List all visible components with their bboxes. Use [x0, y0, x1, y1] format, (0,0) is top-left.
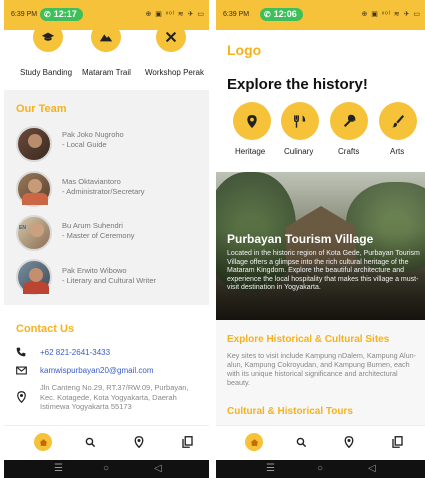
member-role: - Local Guide — [62, 140, 107, 149]
member-name: Pak Erwito Wibowo — [62, 266, 127, 275]
contact-phone-link[interactable]: +62 821-2641-3433 — [40, 348, 110, 357]
home-icon — [250, 438, 258, 446]
nav-bookmarks-button[interactable] — [388, 433, 406, 451]
category-workshop-perak-button[interactable] — [156, 22, 186, 52]
location-pin-icon — [344, 436, 354, 448]
section-title: Explore Historical & Cultural Sites — [227, 334, 390, 345]
call-pill[interactable]: ✆ 12:06 — [260, 8, 303, 21]
status-icons: ⊕ ▣ ᵛᵒˡ ≋ ✈ ▭ — [145, 11, 205, 18]
android-nav-bar: ☰ ○ ◁ — [216, 460, 425, 478]
nav-search-button[interactable] — [292, 433, 310, 451]
bottom-nav — [216, 425, 425, 455]
category-arts-button[interactable] — [379, 102, 417, 140]
search-icon — [296, 437, 306, 447]
member-role: - Administrator/Secretary — [62, 187, 145, 196]
avatar — [16, 259, 52, 295]
category-crafts-button[interactable] — [330, 102, 368, 140]
location-pin-icon — [247, 114, 257, 128]
fork-knife-icon — [294, 114, 306, 128]
menu-icon[interactable]: ☰ — [266, 463, 275, 474]
member-role: - Literary and Cultural Writer — [62, 276, 157, 285]
team-title: Our Team — [16, 103, 67, 115]
avatar — [16, 126, 52, 162]
category-label: Arts — [390, 147, 405, 156]
contact-address: Jln Canteng No.29, RT.37/RW.09, Purbayan… — [40, 383, 189, 411]
phone-icon — [16, 347, 26, 357]
team-section: Our Team Pak Joko Nugroho - Local Guide … — [4, 90, 209, 305]
hero-banner[interactable]: Purbayan Tourism Village Located in the … — [216, 172, 425, 320]
category-study-banding-button[interactable] — [33, 22, 63, 52]
category-label: Heritage — [235, 147, 266, 156]
home-icon — [39, 438, 47, 446]
content-section: Explore Historical & Cultural Sites Key … — [216, 320, 425, 425]
brush-icon — [391, 115, 405, 128]
nav-home-button[interactable] — [245, 433, 263, 451]
team-member: Pak Joko Nugroho - Local Guide — [62, 130, 124, 150]
home-circle-icon[interactable]: ○ — [103, 463, 109, 474]
contact-email-link[interactable]: kamwispurbayan20@gmail.com — [40, 366, 154, 375]
bottom-nav — [4, 425, 209, 455]
phone-icon: ✆ — [264, 10, 271, 19]
category-label: Crafts — [338, 147, 360, 156]
status-time: 6:39 PM — [11, 11, 38, 18]
nav-search-button[interactable] — [81, 433, 99, 451]
status-icons: ⊕ ▣ ᵛᵒˡ ≋ ✈ ▭ — [361, 11, 421, 18]
back-icon[interactable]: ◁ — [154, 463, 162, 474]
hero-title: Purbayan Tourism Village — [227, 232, 374, 246]
logo[interactable]: Logo — [227, 42, 261, 58]
category-label: Workshop Perak — [145, 68, 204, 77]
category-culinary-button[interactable] — [281, 102, 319, 140]
category-label: Study Banding — [20, 68, 73, 77]
category-label: Culinary — [284, 147, 314, 156]
category-row: Study Banding Mataram Trail Workshop Per… — [4, 22, 209, 85]
graduation-cap-icon — [41, 32, 55, 41]
nav-map-button[interactable] — [340, 433, 358, 451]
section-title: Cultural & Historical Tours — [227, 406, 353, 417]
call-timer: 12:17 — [53, 9, 77, 19]
copy-icon — [391, 436, 403, 448]
avatar — [16, 171, 52, 207]
hero-description: Located in the historic region of Kota G… — [227, 250, 420, 292]
tools-icon — [165, 31, 177, 43]
team-member: Pak Erwito Wibowo - Literary and Cultura… — [62, 266, 156, 286]
header-section: Logo Explore the history! Heritage Culin… — [216, 30, 425, 172]
back-icon[interactable]: ◁ — [368, 463, 376, 474]
member-role: - Master of Ceremony — [62, 231, 135, 240]
location-pin-icon — [134, 436, 144, 448]
category-mataram-trail-button[interactable] — [91, 22, 121, 52]
page-heading: Explore the history! — [227, 76, 368, 93]
phone-icon: ✆ — [44, 10, 51, 19]
team-member: Mas Oktaviantoro - Administrator/Secreta… — [62, 177, 145, 197]
call-pill[interactable]: ✆ 12:17 — [40, 8, 83, 21]
contact-section: Contact Us +62 821-2641-3433 kamwispurba… — [4, 305, 209, 425]
team-member: Bu Arum Suhendri - Master of Ceremony — [62, 221, 135, 241]
nav-bookmarks-button[interactable] — [178, 433, 196, 451]
section-description: Key sites to visit include Kampung nDale… — [227, 351, 416, 387]
mountain-icon — [99, 34, 113, 42]
member-name: Pak Joko Nugroho — [62, 130, 124, 139]
contact-title: Contact Us — [16, 323, 75, 335]
android-nav-bar: ☰ ○ ◁ — [4, 460, 209, 478]
copy-icon — [181, 436, 193, 448]
category-label: Mataram Trail — [82, 68, 131, 77]
right-screen: 6:39 PM ✆ 12:06 ⊕ ▣ ᵛᵒˡ ≋ ✈ ▭ Logo Explor… — [216, 0, 425, 478]
avatar: EN — [16, 215, 52, 251]
status-time: 6:39 PM — [223, 11, 250, 18]
member-name: Mas Oktaviantoro — [62, 177, 121, 186]
menu-icon[interactable]: ☰ — [54, 463, 63, 474]
left-screen: 6:39 PM ✆ 12:17 ⊕ ▣ ᵛᵒˡ ≋ ✈ ▭ Study Bandi… — [4, 0, 209, 478]
search-icon — [85, 437, 95, 447]
call-timer: 12:06 — [273, 9, 297, 19]
home-circle-icon[interactable]: ○ — [317, 463, 323, 474]
email-icon — [16, 366, 27, 375]
location-pin-icon — [17, 391, 26, 403]
status-bar: 6:39 PM ✆ 12:06 ⊕ ▣ ᵛᵒˡ ≋ ✈ ▭ — [216, 0, 425, 30]
nav-map-button[interactable] — [130, 433, 148, 451]
category-heritage-button[interactable] — [233, 102, 271, 140]
nav-home-button[interactable] — [34, 433, 52, 451]
wrench-icon — [343, 114, 356, 127]
member-name: Bu Arum Suhendri — [62, 221, 123, 230]
